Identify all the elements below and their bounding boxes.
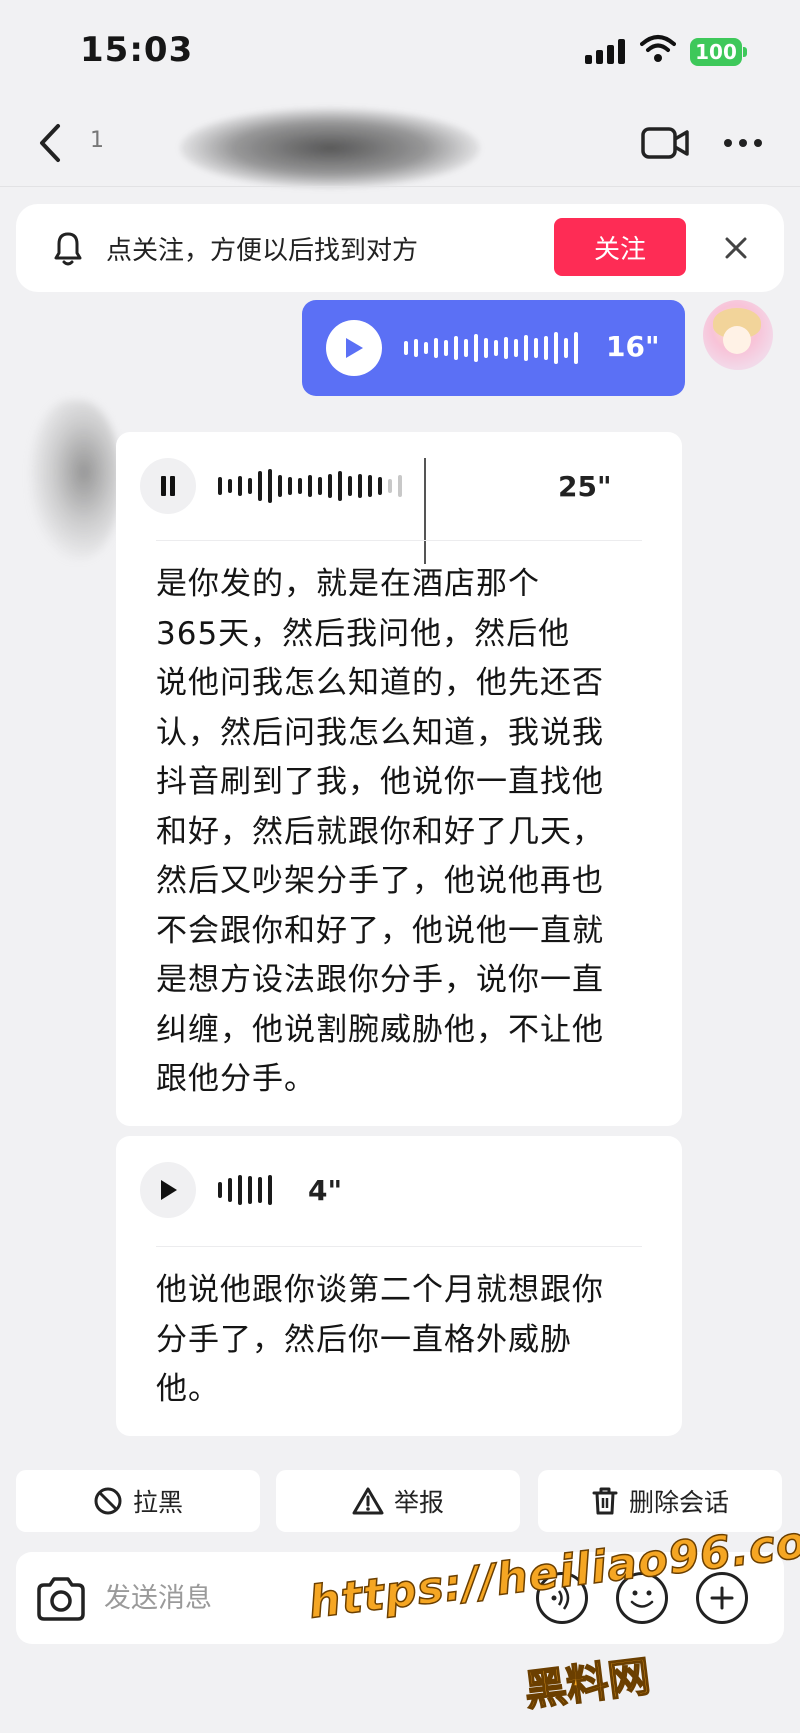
voice-waveform bbox=[218, 1172, 272, 1208]
back-button[interactable] bbox=[28, 118, 72, 168]
battery-tip bbox=[743, 47, 747, 57]
voice-message-bubble: 25" 是你发的，就是在酒店那个 365天，然后我问他，然后他 说他问我怎么知道… bbox=[116, 432, 682, 1126]
back-icon bbox=[40, 124, 60, 162]
video-call-button[interactable] bbox=[640, 120, 690, 166]
plus-icon bbox=[710, 1586, 734, 1610]
voice-transcript: 是你发的，就是在酒店那个 365天，然后我问他，然后他 说他问我怎么知道的，他先… bbox=[156, 566, 604, 1097]
avatar-face bbox=[723, 326, 751, 354]
follow-button[interactable]: 关注 bbox=[554, 218, 686, 276]
report-button[interactable]: 举报 bbox=[276, 1470, 520, 1532]
delete-conversation-button[interactable]: 删除会话 bbox=[538, 1470, 782, 1532]
voice-message-player[interactable]: 4" bbox=[140, 1162, 660, 1218]
close-icon bbox=[725, 237, 747, 259]
playback-position-indicator bbox=[424, 458, 426, 564]
transcript-divider bbox=[156, 1246, 642, 1247]
signal-icon bbox=[585, 38, 625, 64]
contact-name-redaction bbox=[180, 108, 480, 188]
play-button[interactable] bbox=[326, 320, 382, 376]
voice-transcript: 他说他跟你谈第二个月就想跟你 分手了，然后你一直格外威胁 他。 bbox=[156, 1272, 604, 1407]
pause-button[interactable] bbox=[140, 458, 196, 514]
battery-icon: 100 bbox=[690, 38, 742, 66]
play-icon bbox=[161, 1180, 177, 1200]
watermark-site-name: 黑料网 bbox=[521, 1651, 654, 1716]
follow-prompt-text: 点关注，方便以后找到对方 bbox=[106, 236, 419, 266]
delete-label: 删除会话 bbox=[628, 1488, 729, 1517]
follow-banner: 点关注，方便以后找到对方 关注 bbox=[16, 204, 784, 292]
voice-waveform bbox=[218, 468, 402, 504]
warning-icon bbox=[352, 1487, 384, 1515]
status-time: 15:03 bbox=[80, 30, 194, 70]
block-label: 拉黑 bbox=[132, 1488, 183, 1517]
transcript-divider bbox=[156, 540, 642, 541]
my-avatar[interactable] bbox=[703, 300, 773, 370]
voice-waveform bbox=[404, 330, 578, 366]
voice-duration: 4" bbox=[308, 1174, 343, 1207]
contact-name[interactable]: 1 bbox=[90, 128, 104, 153]
voice-duration: 25" bbox=[558, 470, 612, 503]
voice-message-bubble: 4" 他说他跟你谈第二个月就想跟你 分手了，然后你一直格外威胁 他。 bbox=[116, 1136, 682, 1436]
contact-avatar[interactable] bbox=[30, 400, 120, 560]
play-button[interactable] bbox=[140, 1162, 196, 1218]
my-voice-message[interactable]: 16" bbox=[302, 300, 685, 396]
banner-close-button[interactable] bbox=[716, 228, 756, 268]
voice-duration: 16" bbox=[606, 330, 660, 363]
trash-icon bbox=[592, 1487, 618, 1515]
pause-icon bbox=[161, 476, 175, 496]
block-icon bbox=[94, 1487, 122, 1515]
status-bar: 15:03 100 bbox=[0, 0, 800, 100]
video-call-icon bbox=[641, 127, 689, 159]
voice-message-player[interactable]: 25" bbox=[140, 458, 660, 564]
bell-icon bbox=[54, 232, 82, 266]
block-button[interactable]: 拉黑 bbox=[16, 1470, 260, 1532]
camera-icon bbox=[37, 1577, 85, 1621]
more-button[interactable] bbox=[718, 120, 768, 166]
chat-header: 1 bbox=[0, 100, 800, 188]
wifi-icon bbox=[640, 35, 676, 62]
more-icon bbox=[724, 139, 762, 147]
play-icon bbox=[346, 338, 363, 358]
header-divider bbox=[0, 186, 800, 187]
report-label: 举报 bbox=[393, 1488, 444, 1517]
camera-button[interactable] bbox=[34, 1572, 88, 1626]
